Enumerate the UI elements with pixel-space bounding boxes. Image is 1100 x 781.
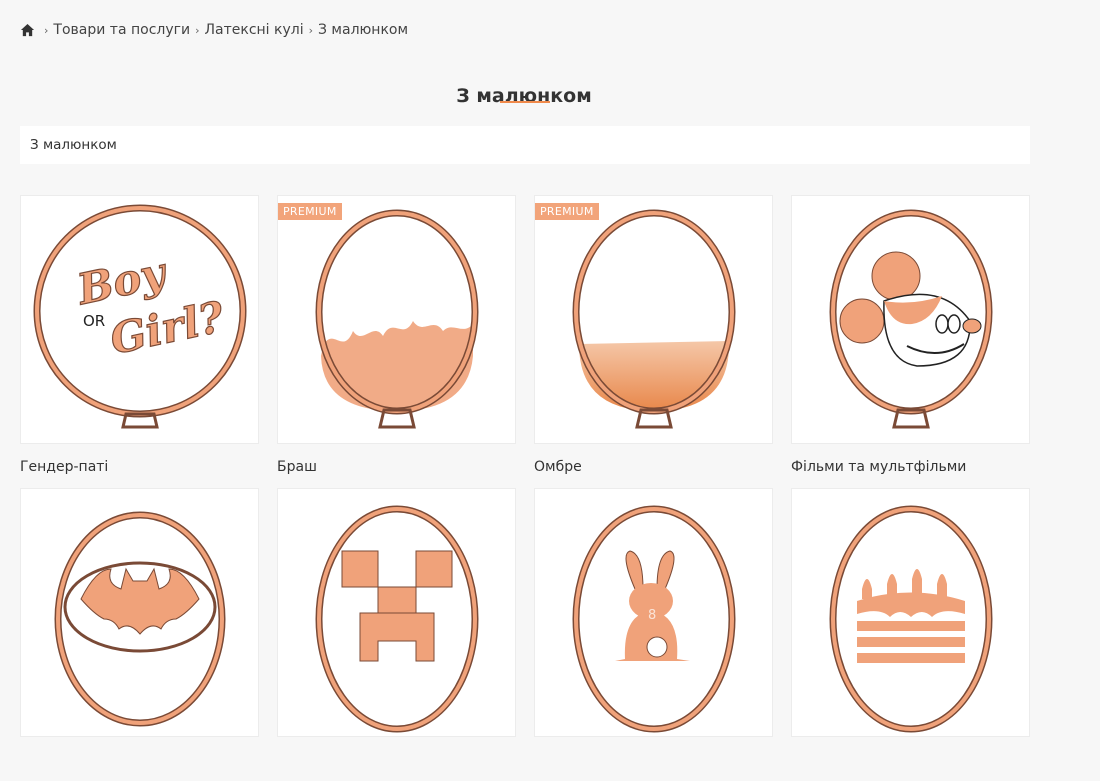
product-card[interactable]: PREMIUM Браш: [277, 195, 516, 488]
premium-badge: PREMIUM: [535, 203, 599, 220]
product-grid: Boy OR Girl? Гендер-паті PREMIUM Браш PREM…: [20, 195, 1030, 781]
product-card[interactable]: Фільми та мультфільми: [791, 195, 1030, 488]
balloon-illustration-mickey: [829, 209, 993, 429]
page-title: З малюнком: [456, 84, 592, 107]
product-title[interactable]: Фільми та мультфільми: [791, 444, 1030, 488]
bunny-number: 8: [648, 608, 656, 623]
product-title[interactable]: Гендер-паті: [20, 444, 259, 488]
product-card[interactable]: 8: [534, 488, 773, 781]
product-card[interactable]: PREMIUM Омбре: [534, 195, 773, 488]
filter-label: З малюнком: [30, 137, 117, 153]
product-title[interactable]: Омбре: [534, 444, 773, 488]
product-title[interactable]: [534, 737, 773, 781]
product-image[interactable]: PREMIUM: [277, 195, 516, 444]
breadcrumb: › Товари та послуги › Латексні кулі › З …: [20, 22, 408, 38]
product-image[interactable]: [791, 195, 1030, 444]
balloon-illustration-brush: [315, 209, 479, 429]
breadcrumb-link-latex[interactable]: Латексні кулі: [204, 22, 303, 38]
product-card[interactable]: [277, 488, 516, 781]
product-title[interactable]: [791, 737, 1030, 781]
product-card[interactable]: Boy OR Girl? Гендер-паті: [20, 195, 259, 488]
product-title[interactable]: [20, 737, 259, 781]
balloon-illustration-ombre: [572, 209, 736, 429]
product-title[interactable]: [277, 737, 516, 781]
chevron-right-icon: ›: [308, 23, 313, 37]
product-image[interactable]: Boy OR Girl?: [20, 195, 259, 444]
breadcrumb-link-goods[interactable]: Товари та послуги: [53, 22, 190, 38]
category-filter-bar[interactable]: З малюнком: [20, 126, 1030, 164]
balloon-illustration-gender-party: Boy OR Girl?: [33, 204, 247, 429]
premium-badge: PREMIUM: [278, 203, 342, 220]
product-card[interactable]: [791, 488, 1030, 781]
chevron-right-icon: ›: [44, 23, 49, 37]
title-underline: [500, 101, 550, 103]
product-title[interactable]: Браш: [277, 444, 516, 488]
chevron-right-icon: ›: [195, 23, 200, 37]
product-image[interactable]: PREMIUM: [534, 195, 773, 444]
product-card[interactable]: [20, 488, 259, 781]
home-icon[interactable]: [20, 23, 35, 38]
or-text: OR: [83, 312, 105, 330]
breadcrumb-current: З малюнком: [318, 22, 409, 38]
